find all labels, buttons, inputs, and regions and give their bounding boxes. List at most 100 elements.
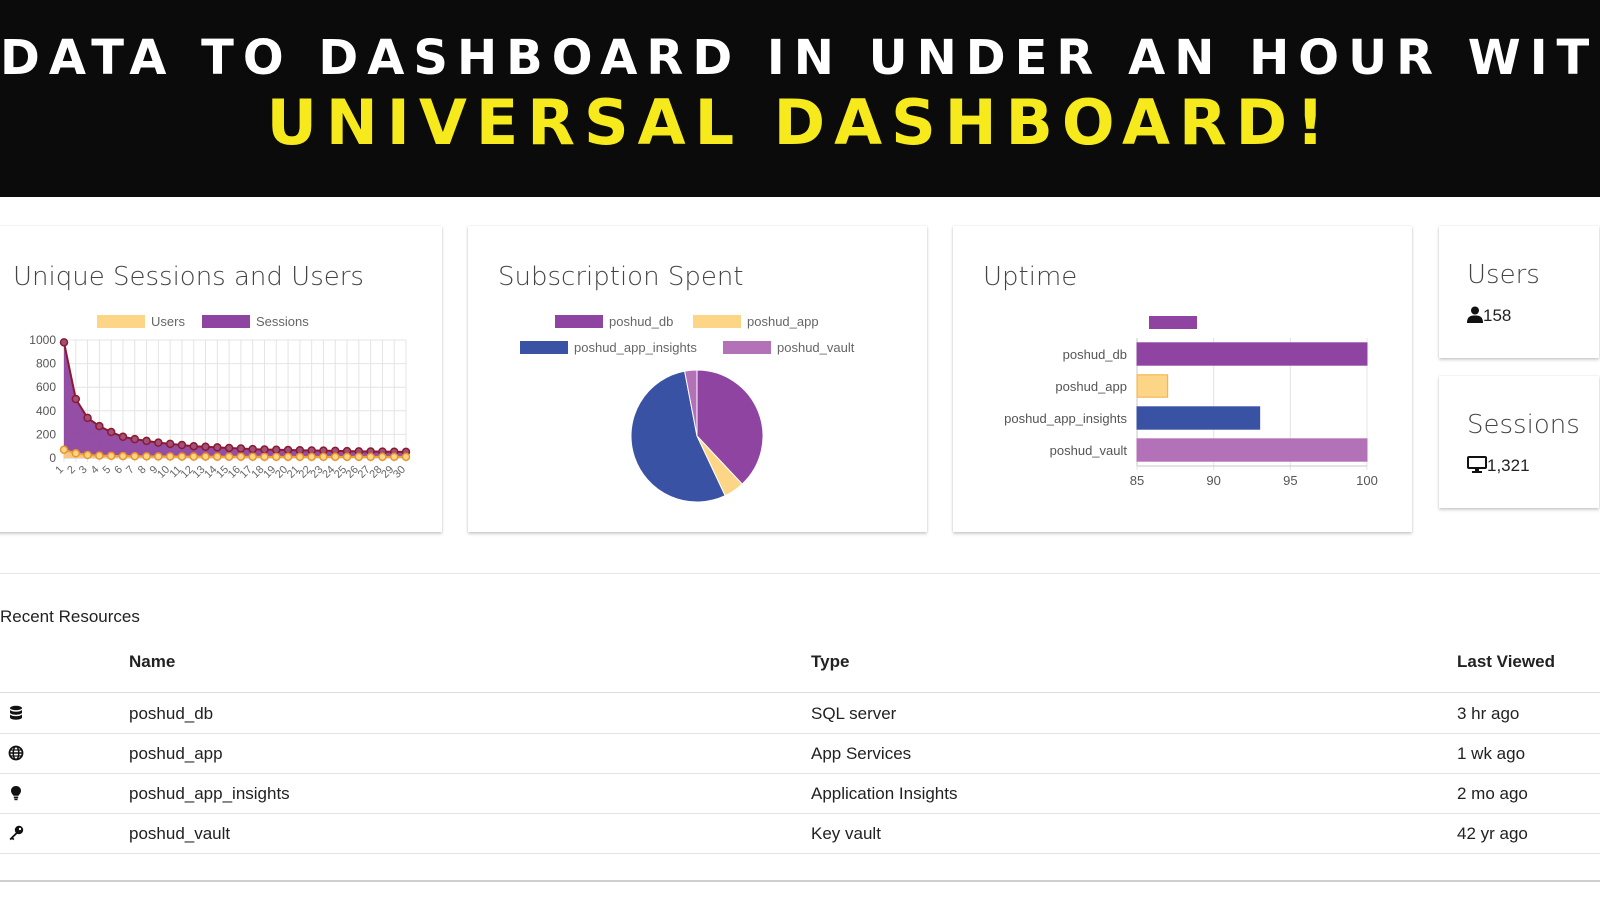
data-point <box>283 452 293 462</box>
data-point <box>130 451 140 461</box>
table-row[interactable]: poshud_vault Key vault 42 yr ago <box>0 813 1600 854</box>
x-tick-label: 90 <box>1206 473 1220 488</box>
resource-last-viewed: 2 mo ago <box>1457 784 1528 803</box>
data-point <box>248 452 257 461</box>
sessions-count: 1,321 <box>1487 456 1530 475</box>
column-header-last-viewed[interactable]: Last Viewed <box>1457 652 1555 672</box>
data-point <box>319 452 328 462</box>
stat-value-row: 158 <box>1467 306 1511 326</box>
y-tick-label: 1000 <box>29 333 56 347</box>
resource-name: poshud_app_insights <box>129 784 290 803</box>
stat-value-row: 1,321 <box>1467 456 1530 476</box>
table-row[interactable]: poshud_app_insights Application Insights… <box>0 773 1600 814</box>
database-icon <box>10 705 22 720</box>
resource-type: Application Insights <box>811 784 958 803</box>
data-point <box>59 338 69 347</box>
data-point <box>401 452 411 462</box>
resource-name: poshud_app <box>129 744 223 763</box>
data-point <box>213 443 222 452</box>
resource-type: Key vault <box>811 824 881 843</box>
resource-type: SQL server <box>811 704 897 723</box>
table-row[interactable]: poshud_db SQL server 3 hr ago <box>0 693 1600 734</box>
data-point <box>389 452 399 462</box>
uptime-bar-chart: 85 90 95 100 poshud_db poshud_app poshud_app_i… <box>1004 316 1378 488</box>
users-stat-card: Users 158 <box>1439 226 1599 358</box>
data-point <box>378 452 387 462</box>
category-label: poshud_app <box>1055 379 1127 394</box>
data-point <box>236 444 246 453</box>
data-point <box>272 445 281 454</box>
data-point <box>130 434 140 444</box>
legend-swatch <box>1149 316 1197 329</box>
data-point <box>201 442 210 452</box>
data-point <box>165 439 175 449</box>
column-header-type[interactable]: Type <box>811 652 849 672</box>
banner-product-name: Universal Dashboard! <box>266 86 1334 159</box>
data-point <box>189 452 198 461</box>
monitor-icon <box>1467 456 1487 473</box>
data-point <box>95 451 104 460</box>
stat-title: Users <box>1467 260 1540 290</box>
category-label: poshud_db <box>1063 347 1127 362</box>
data-point <box>189 441 198 451</box>
x-tick-label: 7 <box>124 464 137 477</box>
data-point <box>71 394 81 404</box>
data-point <box>213 452 222 461</box>
resource-name: poshud_db <box>129 704 214 723</box>
sessions-users-area-chart: 0200400600800100012345678910111213141516… <box>29 333 411 481</box>
data-point <box>106 451 116 461</box>
column-header-name[interactable]: Name <box>129 652 175 672</box>
x-tick-label: 95 <box>1283 473 1297 488</box>
data-point <box>330 452 340 462</box>
data-point <box>95 421 104 431</box>
data-point <box>224 443 234 453</box>
bar-poshud-app-insights <box>1136 406 1261 430</box>
data-point <box>307 452 316 462</box>
data-point <box>142 436 151 446</box>
data-point <box>354 452 364 462</box>
resource-last-viewed: 1 wk ago <box>1457 744 1526 763</box>
data-point <box>165 452 175 461</box>
x-tick-label: 3 <box>77 464 90 477</box>
category-label: poshud_vault <box>1050 443 1128 458</box>
y-tick-label: 600 <box>36 380 56 394</box>
x-tick-label: 2 <box>65 464 78 477</box>
data-point <box>260 452 269 462</box>
subscription-pie-chart <box>630 369 764 503</box>
data-point <box>177 440 187 450</box>
sessions-stat-card: Sessions 1,321 <box>1439 376 1599 508</box>
series-area-sessions <box>64 342 406 458</box>
table-row[interactable]: poshud_app App Services 1 wk ago <box>0 733 1600 774</box>
data-point <box>142 452 151 461</box>
x-tick-label: 85 <box>1130 473 1144 488</box>
data-point <box>71 449 81 458</box>
x-tick-label: 30 <box>391 464 408 481</box>
resource-name: poshud_vault <box>129 824 231 843</box>
y-tick-label: 0 <box>49 451 56 465</box>
sessions-users-card: Unique Sessions and Users Users Sessions… <box>0 226 442 532</box>
data-point <box>83 413 92 423</box>
lightbulb-icon <box>11 786 21 801</box>
x-tick-label: 1 <box>53 464 66 477</box>
data-point <box>283 445 293 455</box>
data-point <box>366 452 375 462</box>
x-tick-label: 4 <box>89 464 102 477</box>
recent-resources-title: Recent Resources <box>0 607 140 626</box>
data-point <box>248 444 257 454</box>
section-divider <box>0 573 1600 574</box>
banner-headline: Data to dashboard in under an hour with <box>0 30 1600 86</box>
data-point <box>118 451 128 461</box>
y-tick-label: 400 <box>36 404 56 418</box>
data-point <box>201 452 210 461</box>
category-label: poshud_app_insights <box>1004 411 1127 426</box>
bar-poshud-app <box>1136 374 1169 398</box>
data-point <box>295 452 305 462</box>
x-tick-label: 100 <box>1356 473 1378 488</box>
x-tick-label: 5 <box>100 464 113 477</box>
y-tick-label: 800 <box>36 357 56 371</box>
bar-poshud-vault <box>1136 438 1368 462</box>
x-tick-label: 8 <box>136 464 149 477</box>
globe-icon <box>8 745 24 761</box>
resource-type: App Services <box>811 744 912 763</box>
data-point <box>59 445 69 454</box>
